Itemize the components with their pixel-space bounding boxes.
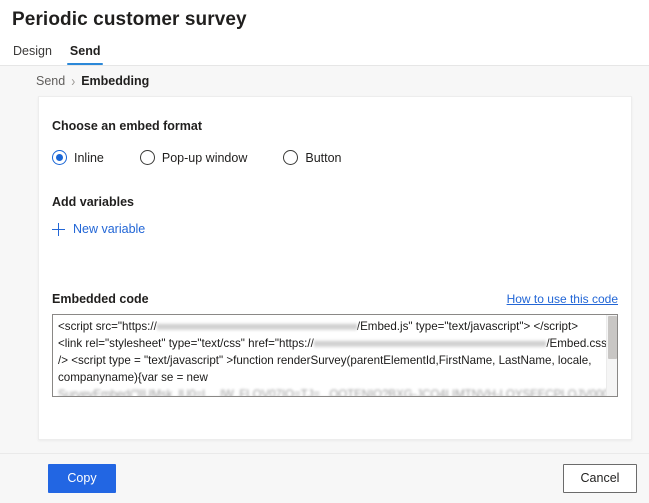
redacted-url (313, 338, 547, 348)
code-text: /Embed.css" (546, 336, 611, 350)
code-line: SurveyEmbed("lIUMsk..lU0=l.....lW..FLQV0… (58, 386, 617, 396)
radio-label-button: Button (305, 150, 342, 165)
breadcrumb: Send › Embedding (0, 66, 649, 95)
code-line: <script src="https:// /Embed.js" type="te… (58, 318, 611, 335)
plus-icon (52, 222, 65, 236)
chevron-right-icon: › (71, 71, 76, 90)
cancel-button[interactable]: Cancel (563, 464, 637, 493)
tab-design[interactable]: Design (12, 44, 53, 65)
radio-option-inline[interactable]: Inline (52, 150, 104, 165)
code-scrollbar-thumb[interactable] (608, 315, 617, 359)
code-text: /Embed.js" type="text/javascript"> </scr… (356, 319, 578, 333)
add-variables-label: Add variables (52, 195, 134, 209)
code-line: companyname){var se = new (58, 369, 611, 386)
redacted-url (156, 321, 357, 331)
breadcrumb-item-send[interactable]: Send (36, 74, 65, 88)
radio-label-inline: Inline (74, 150, 104, 165)
embed-format-radio-group: Inline Pop-up window Button (52, 150, 618, 165)
dialog-footer: Copy Cancel (0, 453, 649, 503)
embed-format-label: Choose an embed format (52, 119, 203, 133)
page-title: Periodic customer survey (12, 9, 247, 30)
radio-option-button[interactable]: Button (283, 150, 342, 165)
code-text: SurveyEmbed("lIUMsk..lU0=l.....lW..FLQV0… (58, 387, 617, 397)
copy-button[interactable]: Copy (48, 464, 116, 493)
radio-circle-icon (52, 150, 67, 165)
radio-circle-icon (283, 150, 299, 165)
embedded-code-textarea[interactable]: <script src="https:// /Embed.js" type="te… (52, 313, 618, 397)
radio-option-popup-window[interactable]: Pop-up window (139, 150, 248, 165)
code-text: /> <script type = "text/javascript" >fun… (58, 353, 592, 367)
code-line: <link rel="stylesheet" type="text/css" h… (58, 335, 611, 352)
new-variable-label: New variable (73, 222, 146, 236)
radio-label-popup-window: Pop-up window (161, 150, 248, 165)
app-header: Periodic customer survey Design Send (0, 0, 649, 66)
code-text: <link rel="stylesheet" type="text/css" h… (58, 336, 314, 350)
how-to-use-this-code-link[interactable]: How to use this code (507, 292, 618, 306)
embedded-code-content: <script src="https:// /Embed.js" type="te… (53, 315, 617, 396)
tab-send[interactable]: Send (66, 44, 104, 65)
code-text: <script src="https:// (58, 319, 157, 333)
tabstrip: Design Send (0, 39, 649, 66)
embedded-code-label: Embedded code (52, 291, 149, 306)
embedding-settings-card: Choose an embed format Inline Pop-up win… (38, 96, 632, 440)
breadcrumb-item-embedding: Embedding (81, 73, 150, 88)
new-variable-button[interactable]: New variable (52, 222, 145, 236)
embedded-code-header: Embedded code How to use this code (52, 292, 618, 306)
code-scrollbar[interactable] (606, 314, 617, 396)
radio-circle-icon (139, 150, 155, 165)
code-line: /> <script type = "text/javascript" >fun… (58, 352, 611, 369)
code-text: companyname){var se = new (58, 370, 208, 384)
